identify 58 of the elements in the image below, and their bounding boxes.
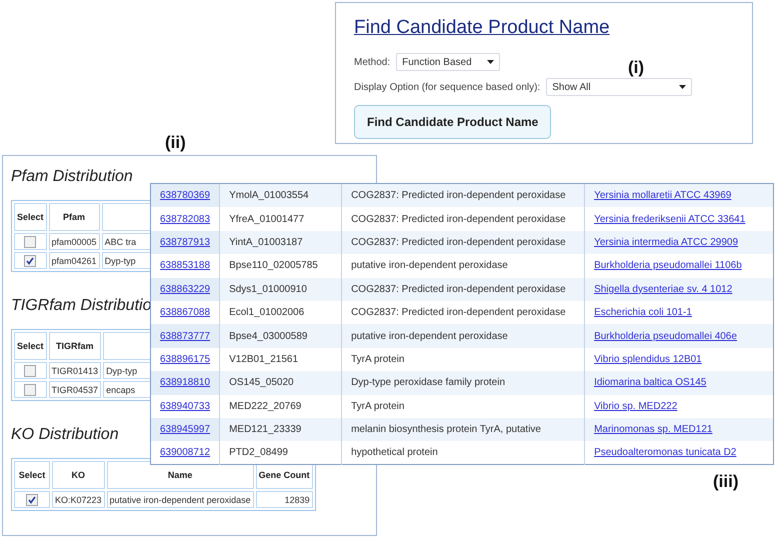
display-option-dropdown[interactable]: Show All (546, 78, 692, 96)
locus-tag-cell: OS145_05020 (220, 371, 342, 395)
gene-id-link[interactable]: 638940733 (160, 400, 210, 412)
id-cell: pfam04261 (48, 252, 100, 269)
gene-id-link[interactable]: 638896175 (160, 354, 210, 365)
genome-link[interactable]: Vibrio splendidus 12B01 (594, 354, 702, 365)
column-header: Select (14, 203, 47, 231)
method-label: Method: (354, 56, 390, 68)
section-title: TIGRfam Distributio (11, 297, 152, 315)
column-header: Select (14, 461, 50, 489)
genome-link[interactable]: Burkholderia pseudomallei 1106b (594, 260, 742, 272)
id-cell: TIGR04537 (48, 381, 102, 398)
locus-tag-cell: MED121_23339 (220, 418, 342, 442)
product-cell: putative iron-dependent peroxidase (342, 324, 585, 348)
form-title-link[interactable]: Find Candidate Product Name (354, 17, 610, 39)
caret-icon (487, 60, 494, 64)
locus-tag-cell: YmolA_01003554 (220, 184, 342, 208)
gene-id-link[interactable]: 638867088 (160, 307, 210, 318)
panel-label: (ii) (165, 133, 186, 153)
genome-link[interactable]: Yersinia frederiksenii ATCC 33641 (594, 214, 746, 225)
locus-tag-cell: Sdys1_01000910 (220, 278, 342, 301)
genome-link[interactable]: Escherichia coli 101-1 (594, 307, 692, 318)
column-header: Pfam (48, 203, 100, 231)
name-cell: putative iron-dependent peroxidase (106, 491, 254, 508)
id-cell: pfam00005 (48, 233, 100, 250)
checkbox[interactable] (24, 236, 36, 248)
display-option-label: Display Option (for sequence based only): (354, 82, 540, 92)
locus-tag-cell: PTD2_08499 (220, 441, 342, 465)
id-cell: KO:K07223 (52, 491, 105, 508)
checkbox[interactable] (26, 494, 38, 506)
column-header: Select (14, 332, 47, 360)
section-title: KO Distribution (11, 426, 119, 444)
product-cell: hypothetical protein (342, 441, 585, 465)
gene-id-link[interactable]: 639008712 (160, 447, 210, 458)
product-cell: COG2837: Predicted iron-dependent peroxidase (342, 184, 585, 208)
column-header: TIGRfam (48, 332, 102, 360)
locus-tag-cell: Bpse4_03000589 (220, 324, 342, 348)
panel-label: (i) (628, 58, 644, 78)
column-header: KO (52, 461, 105, 489)
id-cell: TIGR01413 (48, 362, 102, 379)
product-cell: COG2837: Predicted iron-dependent peroxidase (342, 230, 585, 254)
gene-id-link[interactable]: 638853188 (160, 260, 210, 272)
gene-id-link[interactable]: 638782083 (160, 214, 210, 225)
find-button[interactable]: Find Candidate Product Name (354, 105, 552, 139)
checkbox[interactable] (24, 384, 36, 396)
checkbox[interactable] (24, 364, 36, 376)
locus-tag-cell: YintA_01003187 (220, 230, 342, 254)
genome-link[interactable]: Pseudoalteromonas tunicata D2 (594, 447, 736, 458)
caret-icon (679, 85, 686, 89)
genome-link[interactable]: Vibrio sp. MED222 (594, 400, 678, 412)
method-dropdown[interactable]: Function Based (396, 53, 500, 71)
product-cell: COG2837: Predicted iron-dependent peroxidase (342, 278, 585, 301)
section-title: Pfam Distribution (11, 168, 133, 186)
product-cell: melanin biosynthesis protein TyrA, putative (342, 418, 585, 442)
gene-count-cell: 12839 (256, 491, 313, 508)
checkbox[interactable] (24, 254, 36, 266)
panel-label: (iii) (713, 472, 738, 492)
product-cell: Dyp-type peroxidase family protein (342, 371, 585, 395)
